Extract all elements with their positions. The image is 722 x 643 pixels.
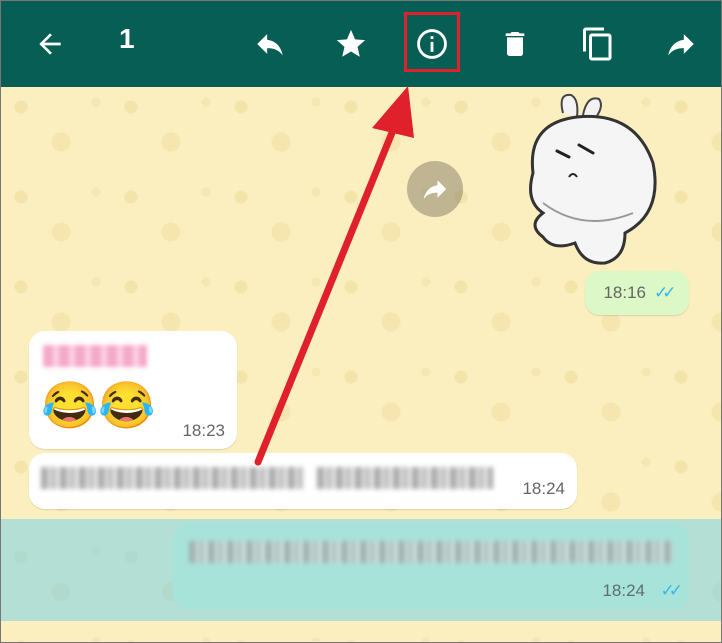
forward-icon bbox=[668, 34, 694, 56]
sticker-message[interactable] bbox=[513, 93, 663, 268]
reply-button[interactable] bbox=[245, 19, 295, 69]
forward-icon bbox=[423, 180, 447, 199]
back-button[interactable] bbox=[25, 19, 75, 69]
outgoing-message-selected[interactable]: 18:24 ✓✓ bbox=[173, 523, 689, 609]
star-icon bbox=[336, 29, 366, 57]
message-time: 18:24 bbox=[522, 479, 565, 498]
double-check-icon: ✓✓ bbox=[660, 581, 683, 600]
star-button[interactable] bbox=[326, 19, 376, 69]
message-time: 18:16 bbox=[603, 283, 647, 302]
bunny-sticker-image bbox=[529, 93, 657, 265]
message-time: 18:23 bbox=[182, 421, 225, 440]
selected-count: 1 bbox=[119, 23, 135, 54]
reply-icon bbox=[257, 34, 283, 56]
copy-icon bbox=[583, 27, 612, 61]
message-time: 18:24 bbox=[602, 581, 645, 600]
double-check-icon: ✓✓ bbox=[654, 283, 676, 302]
delete-button[interactable] bbox=[490, 19, 540, 69]
selection-toolbar: 1 bbox=[1, 1, 721, 87]
sticker-meta: 18:16 ✓✓ bbox=[585, 271, 689, 315]
sender-name-blurred bbox=[43, 345, 147, 367]
back-arrow-icon bbox=[39, 33, 61, 55]
forward-shortcut-button[interactable] bbox=[407, 161, 463, 217]
info-highlight-box bbox=[404, 12, 460, 72]
delete-icon bbox=[505, 32, 525, 56]
message-text-blurred bbox=[317, 467, 493, 489]
message-text-blurred bbox=[41, 467, 303, 489]
incoming-message[interactable]: 😂😂 18:23 bbox=[29, 331, 237, 449]
forward-button[interactable] bbox=[656, 19, 706, 69]
message-text-blurred bbox=[189, 541, 673, 563]
message-emoji: 😂😂 bbox=[41, 379, 156, 431]
incoming-message[interactable]: 18:24 bbox=[29, 453, 577, 509]
copy-button[interactable] bbox=[573, 19, 623, 69]
chat-window: 1 18:16 ✓✓ 😂😂 18:23 18:24 18:24 ✓✓ bbox=[0, 0, 722, 643]
